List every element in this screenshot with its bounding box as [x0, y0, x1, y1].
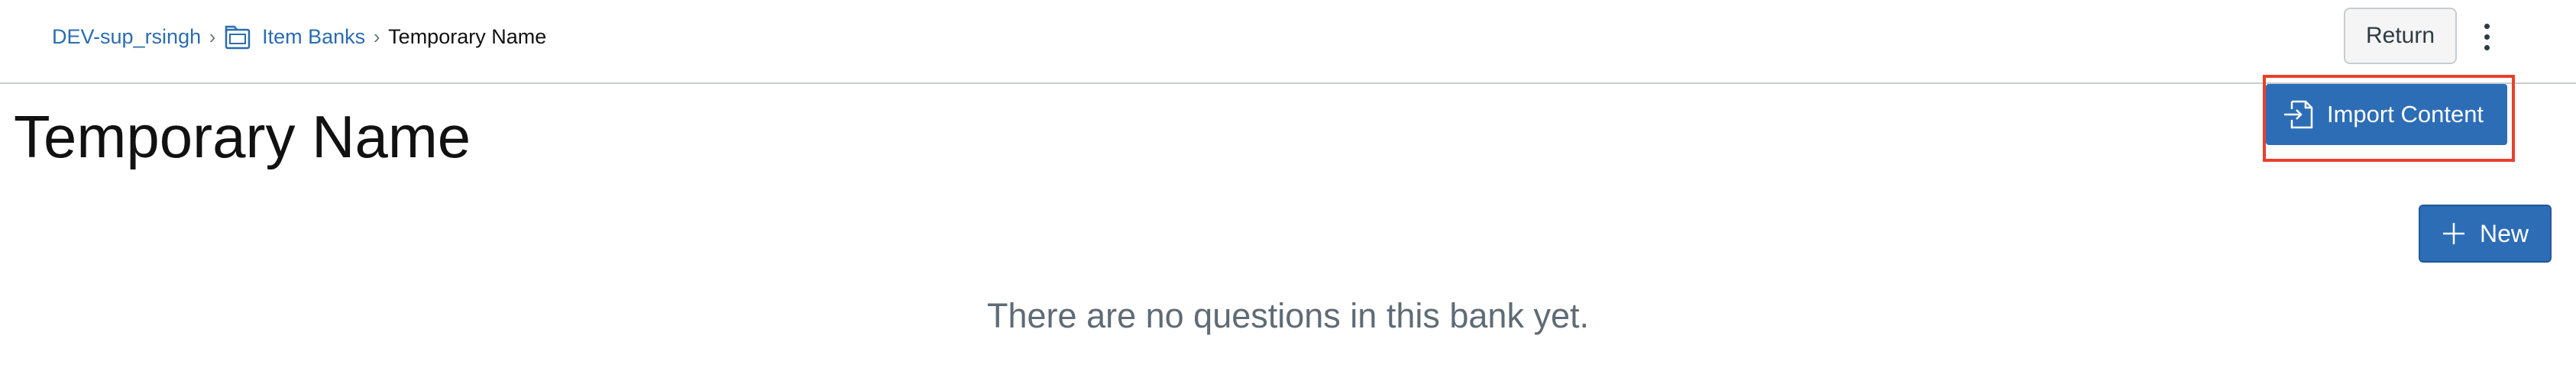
page-title: Temporary Name	[14, 103, 471, 170]
import-content-button[interactable]: Import Content	[2266, 84, 2507, 145]
breadcrumb-separator: ›	[209, 24, 216, 48]
breadcrumb-item-banks-link[interactable]: Item Banks	[262, 25, 365, 49]
return-button[interactable]: Return	[2344, 8, 2457, 64]
kebab-menu-icon[interactable]	[2475, 14, 2498, 60]
folder-icon	[224, 22, 251, 51]
import-content-label: Import Content	[2327, 101, 2484, 127]
page: DEV-sup_rsingh › Item Banks › Temporary …	[0, 0, 2576, 371]
empty-state-message: There are no questions in this bank yet.	[987, 296, 1589, 335]
plus-icon	[2442, 221, 2466, 246]
breadcrumb: DEV-sup_rsingh › Item Banks › Temporary …	[52, 20, 546, 53]
top-bar: DEV-sup_rsingh › Item Banks › Temporary …	[0, 0, 2576, 84]
import-icon	[2283, 98, 2315, 131]
breadcrumb-current: Temporary Name	[388, 24, 547, 48]
breadcrumb-separator: ›	[373, 24, 380, 48]
new-button[interactable]: New	[2419, 205, 2552, 263]
new-label: New	[2479, 219, 2529, 247]
breadcrumb-course-link[interactable]: DEV-sup_rsingh	[52, 25, 201, 49]
